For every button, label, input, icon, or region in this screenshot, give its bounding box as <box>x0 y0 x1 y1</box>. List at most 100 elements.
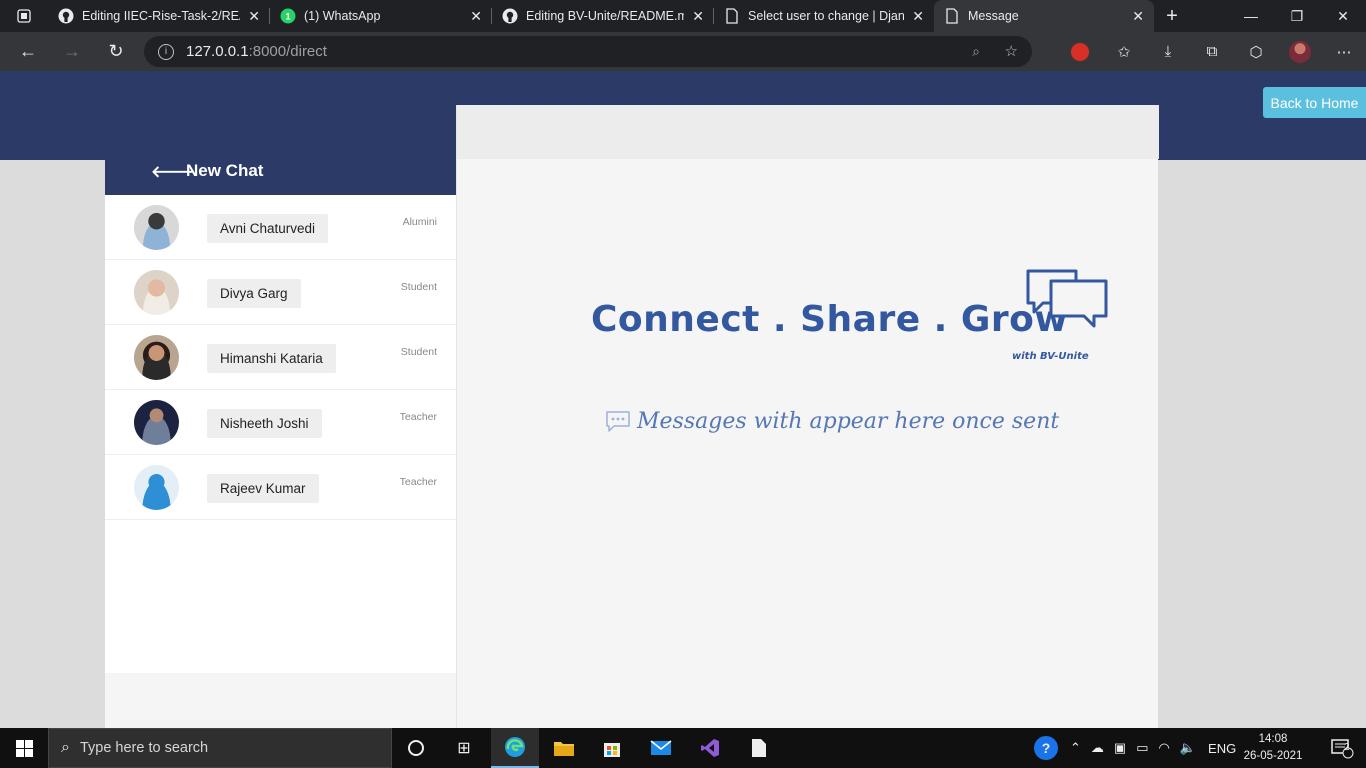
system-tray: ? ⌃ ☁ ▣ ▭ ◠ 🔈 ENG <box>1034 728 1236 768</box>
extensions-icon[interactable]: ⬡ <box>1234 43 1278 61</box>
search-placeholder: Type here to search <box>79 740 209 756</box>
user-list-item[interactable]: Rajeev Kumar Teacher <box>105 455 456 520</box>
user-role: Teacher <box>399 476 437 488</box>
zoom-icon[interactable]: ⌕ <box>972 43 980 60</box>
favorites-icon[interactable]: ✩ <box>1102 43 1146 61</box>
info-icon[interactable]: i <box>158 43 174 60</box>
search-icon: ⌕ <box>61 739 70 756</box>
user-list-item[interactable]: Avni Chaturvedi Alumini <box>105 195 456 260</box>
whatsapp-icon: 1 <box>280 8 296 24</box>
close-window-icon[interactable]: ✕ <box>1320 0 1366 32</box>
taskbar-search-input[interactable]: ⌕ Type here to search <box>48 728 392 768</box>
forward-arrow-icon[interactable]: → <box>50 32 94 71</box>
clock-time: 14:08 <box>1258 733 1288 745</box>
camera-icon[interactable]: ▣ <box>1114 740 1126 756</box>
file-explorer-icon[interactable] <box>540 728 588 768</box>
new-chat-title: New Chat <box>186 161 264 180</box>
user-name: Divya Garg <box>207 279 301 308</box>
github-icon <box>502 8 518 24</box>
close-icon[interactable]: ✕ <box>248 8 260 25</box>
clock-date: 26-05-2021 <box>1243 750 1303 762</box>
cloud-icon[interactable]: ☁ <box>1091 740 1104 756</box>
back-arrow-icon[interactable]: ← <box>6 32 50 71</box>
user-role: Student <box>400 346 437 358</box>
more-options-icon[interactable]: ⋯ <box>1322 43 1366 61</box>
browser-toolbar: ← → ↻ i 127.0.0.1:8000/direct ⌕ ☆ ✩ ⤓ ⧉ … <box>0 32 1366 71</box>
avatar <box>134 400 179 445</box>
user-list-item[interactable]: Himanshi Kataria Student <box>105 325 456 390</box>
adblock-extension-icon[interactable] <box>1071 42 1089 61</box>
cortana-icon[interactable] <box>392 728 440 768</box>
empty-messages-hint: Messages with appear here once sent <box>605 409 1059 434</box>
user-role: Student <box>400 281 437 293</box>
browser-tab-active[interactable]: Message ✕ <box>934 0 1154 32</box>
default-avatar-icon <box>134 465 179 510</box>
notifications-icon[interactable]: 2 <box>1318 728 1366 768</box>
collections-icon[interactable]: ⧉ <box>1190 43 1234 60</box>
user-list-item[interactable]: Nisheeth Joshi Teacher <box>105 390 456 455</box>
window-controls: — ❐ ✕ <box>1228 0 1366 32</box>
user-role: Alumini <box>402 216 437 228</box>
language-indicator[interactable]: ENG <box>1208 741 1236 756</box>
avatar <box>134 335 179 380</box>
windows-start-icon[interactable] <box>0 728 48 768</box>
mail-icon[interactable] <box>637 728 685 768</box>
user-name: Avni Chaturvedi <box>207 214 329 243</box>
url-path: :8000/direct <box>248 43 327 60</box>
profile-avatar[interactable] <box>1289 40 1311 63</box>
user-list-item[interactable]: Divya Garg Student <box>105 260 456 325</box>
github-icon <box>58 8 74 24</box>
browser-tab-strip: Editing IIEC-Rise-Task-2/READ ✕ 1 (1) Wh… <box>0 0 1366 32</box>
close-icon[interactable]: ✕ <box>470 8 482 25</box>
svg-text:1: 1 <box>285 12 290 22</box>
document-icon[interactable] <box>735 728 783 768</box>
message-bubble-icon <box>606 410 630 432</box>
tab-title: (1) WhatsApp <box>304 9 381 23</box>
tab-actions-icon[interactable] <box>0 0 48 32</box>
browser-tab[interactable]: 1 (1) WhatsApp ✕ <box>270 0 492 32</box>
restore-icon[interactable]: ❐ <box>1274 0 1320 32</box>
speaker-icon[interactable]: 🔈 <box>1180 740 1196 756</box>
tab-title: Editing IIEC-Rise-Task-2/READ <box>82 9 241 23</box>
tab-title: Editing BV-Unite/README.md <box>526 9 685 23</box>
battery-icon[interactable]: ▭ <box>1136 740 1148 756</box>
address-bar[interactable]: i 127.0.0.1:8000/direct ⌕ ☆ <box>144 36 1032 67</box>
taskbar-clock[interactable]: 14:08 26-05-2021 <box>1240 731 1306 765</box>
task-view-icon[interactable]: ⊞ <box>440 728 488 768</box>
chat-bubbles-icon <box>1026 269 1108 328</box>
windows-taskbar: ⌕ Type here to search ⊞ ? ⌃ ☁ ▣ ▭ ◠ 🔈 EN… <box>0 728 1366 768</box>
avatar <box>134 270 179 315</box>
url-host: 127.0.0.1 <box>186 43 249 60</box>
visual-studio-icon[interactable] <box>686 728 734 768</box>
new-tab-button[interactable]: + <box>1154 0 1190 32</box>
empty-messages-text: Messages with appear here once sent <box>637 409 1060 434</box>
close-icon[interactable]: ✕ <box>692 8 704 25</box>
message-panel: Connect . Share . Grow with BV-Unite Mes… <box>456 105 1159 728</box>
sub-tagline: with BV-Unite <box>1012 351 1089 362</box>
close-icon[interactable]: ✕ <box>912 8 924 25</box>
browser-tab[interactable]: Editing IIEC-Rise-Task-2/READ ✕ <box>48 0 270 32</box>
edge-browser-icon[interactable] <box>491 728 539 768</box>
chevron-up-icon[interactable]: ⌃ <box>1070 740 1081 756</box>
user-name: Nisheeth Joshi <box>207 409 322 438</box>
avatar <box>134 205 179 250</box>
add-favorite-icon[interactable]: ☆ <box>1005 42 1018 60</box>
downloads-icon[interactable]: ⤓ <box>1146 43 1190 60</box>
page-icon <box>944 8 960 24</box>
browser-tab[interactable]: Editing BV-Unite/README.md ✕ <box>492 0 714 32</box>
page-icon <box>724 8 740 24</box>
notification-count: 2 <box>1344 742 1350 753</box>
microsoft-store-icon[interactable] <box>588 728 636 768</box>
toolbar-actions: ✩ ⤓ ⧉ ⬡ ⋯ <box>1058 32 1366 71</box>
back-to-home-button[interactable]: Back to Home <box>1263 87 1366 118</box>
user-name: Rajeev Kumar <box>207 474 319 503</box>
close-icon[interactable]: ✕ <box>1132 8 1144 25</box>
user-role: Teacher <box>399 411 437 423</box>
reload-icon[interactable]: ↻ <box>94 32 138 71</box>
help-icon[interactable]: ? <box>1034 736 1058 760</box>
chat-sidebar: 🡐 New Chat Avni Chaturvedi Alumini Divya… <box>105 105 456 728</box>
wifi-icon[interactable]: ◠ <box>1159 740 1170 756</box>
user-list: Avni Chaturvedi Alumini Divya Garg Stude… <box>105 195 456 673</box>
browser-tab[interactable]: Select user to change | Djang ✕ <box>714 0 934 32</box>
minimize-icon[interactable]: — <box>1228 0 1274 32</box>
